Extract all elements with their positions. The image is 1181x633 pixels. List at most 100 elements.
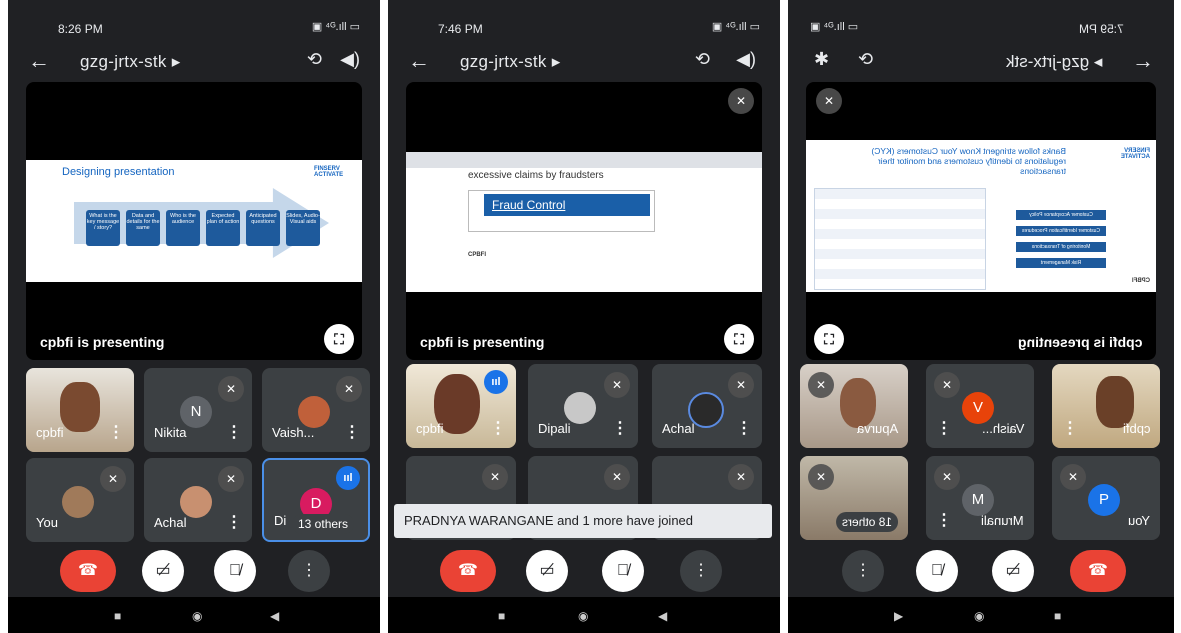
more-vertical-icon[interactable]: ⋮ xyxy=(736,418,752,438)
meeting-code[interactable]: gzg-jrtx-stk ▸ xyxy=(80,52,181,72)
participant-tile[interactable]: ✕ N Nikita ⋮ xyxy=(144,368,252,452)
arrow-right-icon[interactable]: → xyxy=(1132,48,1154,74)
more-vertical-icon[interactable]: ⋮ xyxy=(226,422,242,442)
home-icon[interactable]: ◉ xyxy=(974,609,984,623)
arrow-left-icon[interactable]: ← xyxy=(28,48,50,74)
shared-slide: excessive claims by fraudsters Fraud Con… xyxy=(406,152,762,292)
participant-tile[interactable]: ✕ Achal ⋮ xyxy=(652,364,762,448)
more-vertical-icon[interactable]: ⋮ xyxy=(226,512,242,532)
more-vertical-icon[interactable]: ⋮ xyxy=(490,418,506,438)
camera-off-icon[interactable]: ▭̸ xyxy=(526,550,568,592)
mic-off-icon[interactable]: 🎙̸ xyxy=(214,550,256,592)
slide-title: Designing presentation xyxy=(62,166,175,178)
participant-tile[interactable]: ııl cpbfi ⋮ xyxy=(406,364,516,448)
more-vertical-icon[interactable]: ⋮ xyxy=(936,510,952,530)
slide-box: Customer Identification Procedures xyxy=(1016,226,1106,236)
fullscreen-icon[interactable]: ⛶ xyxy=(324,324,354,354)
more-vertical-icon[interactable]: ⋮ xyxy=(842,550,884,592)
camera-off-icon[interactable]: ▭̸ xyxy=(992,550,1034,592)
speaking-indicator-icon: ııl xyxy=(484,370,508,394)
status-bar: 7:46 PM ▣ ⁴ᴳ.ıll ▭ xyxy=(388,0,780,44)
status-bar: ▣ ⁴ᴳ.ıll ▭ 7:59 PM xyxy=(788,0,1174,44)
status-time: 7:46 PM xyxy=(438,22,483,36)
speaker-icon[interactable]: ◀) xyxy=(736,49,756,70)
back-nav-icon[interactable]: ◀ xyxy=(270,609,279,623)
recents-icon[interactable]: ■ xyxy=(114,609,121,623)
participant-tile[interactable]: ✕ V ⋮ Vaish... xyxy=(926,364,1034,448)
more-vertical-icon[interactable]: ⋮ xyxy=(108,422,124,442)
home-icon[interactable]: ◉ xyxy=(192,609,202,623)
more-vertical-icon[interactable]: ⋮ xyxy=(344,422,360,442)
camera-switch-icon[interactable]: ⟲ xyxy=(858,49,873,70)
recents-icon[interactable]: ■ xyxy=(498,609,505,623)
slide-logo: FINSERV ACTIVATE xyxy=(314,166,344,178)
participant-name: Di xyxy=(274,513,287,528)
participant-tile[interactable]: ✕ Dipali ⋮ xyxy=(528,364,638,448)
slide-step: Slides, Audio-Visual aids xyxy=(286,210,320,246)
participant-name: You xyxy=(1128,513,1150,528)
back-nav-icon[interactable]: ◀ xyxy=(658,609,667,623)
slide-footer: CPBFI xyxy=(468,252,486,258)
call-controls: ☎ ▭̸ 🎙̸ ⋮ xyxy=(8,550,380,594)
recents-icon[interactable]: ■ xyxy=(1054,609,1061,623)
slide-steps: What is the key message / story? Data an… xyxy=(86,210,326,250)
mic-off-icon: ✕ xyxy=(934,372,960,398)
slide-logo: FINSERV ACTIVATE xyxy=(1120,148,1150,160)
participant-name: Achal xyxy=(154,515,187,530)
more-vertical-icon[interactable]: ⋮ xyxy=(680,550,722,592)
camera-switch-icon[interactable]: ⟲ xyxy=(307,49,322,70)
android-nav-bar: ▶ ◉ ■ xyxy=(788,597,1174,633)
participant-name: Vaish... xyxy=(981,421,1024,436)
camera-off-icon[interactable]: ▭̸ xyxy=(142,550,184,592)
mic-off-icon: ✕ xyxy=(816,88,842,114)
more-vertical-icon[interactable]: ⋮ xyxy=(1062,418,1078,438)
fullscreen-icon[interactable]: ⛶ xyxy=(724,324,754,354)
more-vertical-icon[interactable]: ⋮ xyxy=(936,418,952,438)
participant-tile[interactable]: ✕ Achal ⋮ xyxy=(144,458,252,542)
participant-tile[interactable]: ııl D Di 13 others xyxy=(262,458,370,542)
participant-name: Apurva xyxy=(856,421,898,436)
meeting-code[interactable]: ▸ gzg-jrtx-stk xyxy=(1006,52,1102,72)
shared-slide: Banks follow stringent Know Your Custome… xyxy=(806,140,1156,292)
shared-slide: Designing presentation FINSERV ACTIVATE … xyxy=(26,160,362,282)
participant-tile[interactable]: ⋮ cpbfi xyxy=(1052,364,1160,448)
participant-name: Mrunali xyxy=(981,513,1024,528)
participant-tile[interactable]: cpbfi ⋮ xyxy=(26,368,134,452)
arrow-left-icon[interactable]: ← xyxy=(408,48,430,74)
home-icon[interactable]: ◉ xyxy=(578,609,588,623)
more-vertical-icon[interactable]: ⋮ xyxy=(288,550,330,592)
mic-off-icon: ✕ xyxy=(1060,464,1086,490)
meeting-code[interactable]: gzg-jrtx-stk ▸ xyxy=(460,52,561,72)
others-count-badge[interactable]: 18 others xyxy=(835,512,898,532)
camera-switch-icon[interactable]: ⟲ xyxy=(695,49,710,70)
others-count-badge[interactable]: 13 others xyxy=(292,514,355,534)
slide-box: Monitoring of Transactions xyxy=(1016,242,1106,252)
mic-off-icon[interactable]: 🎙̸ xyxy=(916,550,958,592)
participant-name: cpbfi xyxy=(1122,421,1150,436)
fullscreen-icon[interactable]: ⛶ xyxy=(814,324,844,354)
slide-footer: CPBFI xyxy=(1132,278,1150,284)
more-vertical-icon[interactable]: ⋮ xyxy=(612,418,628,438)
avatar xyxy=(62,486,94,518)
end-call-icon[interactable]: ☎ xyxy=(60,550,116,592)
end-call-icon[interactable]: ☎ xyxy=(440,550,496,592)
browser-toolbar xyxy=(406,152,762,168)
fraud-control-box: Fraud Control xyxy=(484,194,650,216)
mic-off-icon[interactable]: 🎙̸ xyxy=(602,550,644,592)
participant-tile[interactable]: ✕ Apurva xyxy=(800,364,908,448)
participant-name: cpbfi xyxy=(416,421,444,436)
participant-tile[interactable]: ✕ P You xyxy=(1052,456,1160,540)
bluetooth-icon[interactable]: ✱ xyxy=(814,49,829,70)
participant-tile[interactable]: ✕ Vaish... ⋮ xyxy=(262,368,370,452)
presentation-stage: ✕ Banks follow stringent Know Your Custo… xyxy=(806,82,1156,360)
mic-off-icon: ✕ xyxy=(808,464,834,490)
participant-tile[interactable]: ✕ M ⋮ Mrunali xyxy=(926,456,1034,540)
participant-tile[interactable]: ✕ 18 others xyxy=(800,456,908,540)
slide-step: Data and details for the same xyxy=(126,210,160,246)
speaker-icon[interactable]: ◀) xyxy=(340,49,360,70)
end-call-icon[interactable]: ☎ xyxy=(1070,550,1126,592)
status-icons: ▣ ⁴ᴳ.ıll ▭ xyxy=(311,21,360,33)
participant-name: You xyxy=(36,515,58,530)
back-nav-icon[interactable]: ▶ xyxy=(894,609,903,623)
participant-tile[interactable]: ✕ You xyxy=(26,458,134,542)
